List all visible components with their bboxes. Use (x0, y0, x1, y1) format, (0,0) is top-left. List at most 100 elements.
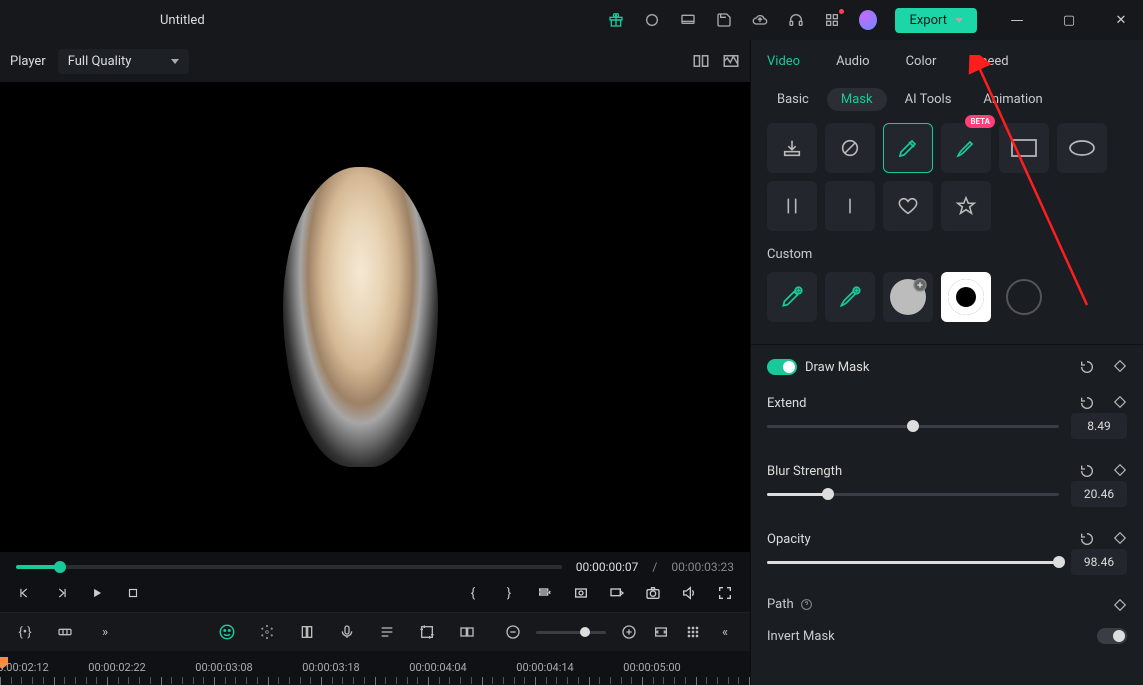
zoom-slider[interactable] (536, 631, 606, 634)
cloud-icon[interactable] (751, 11, 769, 29)
extend-slider[interactable] (767, 425, 1059, 428)
keyframe-icon[interactable] (1113, 395, 1127, 411)
fullscreen-icon[interactable] (716, 584, 734, 602)
ruler-label: 00:00:03:18 (302, 661, 359, 674)
keyframe-icon[interactable] (1113, 463, 1127, 479)
maximize-button[interactable]: ▢ (1057, 13, 1081, 28)
mask-shape-grid: BETA (751, 123, 1143, 243)
mask-ellipse[interactable] (1057, 123, 1107, 173)
reset-icon[interactable] (1079, 531, 1095, 547)
scopes-icon[interactable] (722, 52, 740, 70)
tab-color[interactable]: Color (906, 54, 937, 69)
mask-star[interactable] (941, 181, 991, 231)
mask-none[interactable] (825, 123, 875, 173)
scrub-bar[interactable] (16, 565, 562, 569)
profile-avatar[interactable] (859, 11, 877, 29)
detach-icon[interactable] (608, 584, 626, 602)
keyframe-icon[interactable] (1113, 531, 1127, 547)
tab-speed[interactable]: Speed (972, 54, 1008, 69)
project-title: Untitled (160, 13, 205, 28)
blur-label: Blur Strength (767, 464, 842, 479)
reset-icon[interactable] (1079, 395, 1095, 411)
custom-mask-1[interactable] (883, 272, 933, 322)
close-button[interactable]: ✕ (1109, 13, 1133, 28)
subtab-aitools[interactable]: AI Tools (891, 88, 966, 111)
export-button[interactable]: Export (895, 8, 977, 33)
mask-rect[interactable] (999, 123, 1049, 173)
time-separator: / (652, 560, 657, 574)
custom-mask-3[interactable] (999, 272, 1049, 322)
gift-icon[interactable] (607, 11, 625, 29)
sparkle-tool-icon[interactable] (258, 623, 276, 641)
custom-add-brush[interactable] (825, 272, 875, 322)
extend-value[interactable]: 8.49 (1071, 413, 1127, 439)
next-frame-button[interactable] (52, 584, 70, 602)
quality-select[interactable]: Full Quality (58, 49, 190, 74)
fit-zoom-icon[interactable] (652, 623, 670, 641)
mask-line[interactable] (825, 181, 875, 231)
mask-split-vertical[interactable] (767, 181, 817, 231)
mic-tool-icon[interactable] (338, 623, 356, 641)
invert-mask-label: Invert Mask (767, 629, 835, 644)
text-tool-icon[interactable] (378, 623, 396, 641)
volume-icon[interactable] (680, 584, 698, 602)
tab-audio[interactable]: Audio (836, 54, 869, 69)
mask-brush[interactable]: BETA (941, 123, 991, 173)
marker-menu[interactable] (536, 584, 554, 602)
draw-mask-toggle[interactable] (767, 359, 797, 375)
subtab-mask[interactable]: Mask (827, 88, 887, 111)
inspector-tabs: Video Audio Color Speed (751, 40, 1143, 82)
record-icon[interactable] (643, 11, 661, 29)
reset-icon[interactable] (1079, 359, 1095, 375)
keyframe-icon[interactable] (1113, 359, 1127, 375)
bracket-close-icon[interactable]: } (500, 584, 518, 602)
mask-import[interactable] (767, 123, 817, 173)
mask-pen[interactable] (883, 123, 933, 173)
view-grid-icon[interactable] (684, 623, 702, 641)
ripple-icon[interactable] (56, 623, 74, 641)
monitor-icon[interactable] (679, 11, 697, 29)
path-label: Path (767, 597, 813, 612)
frame-tool-icon[interactable] (458, 623, 476, 641)
timeline-opt-icon[interactable]: {•} (16, 623, 34, 641)
apps-icon[interactable] (823, 11, 841, 29)
cut-tool-icon[interactable] (298, 623, 316, 641)
subtab-animation[interactable]: Animation (969, 88, 1056, 111)
bracket-open-icon[interactable]: { (464, 584, 482, 602)
prev-frame-button[interactable] (16, 584, 34, 602)
collapse-icon[interactable]: « (716, 623, 734, 641)
ruler-label: 00:00:05:00 (623, 661, 680, 674)
snapshot-icon[interactable] (644, 584, 662, 602)
expand-icon[interactable]: » (96, 623, 114, 641)
zoom-out-button[interactable] (504, 623, 522, 641)
invert-mask-toggle[interactable] (1097, 628, 1127, 644)
reset-icon[interactable] (1079, 463, 1095, 479)
tab-video[interactable]: Video (767, 54, 800, 69)
mask-heart[interactable] (883, 181, 933, 231)
keyframe-icon[interactable] (1113, 598, 1127, 612)
timeline[interactable]: 00:00:02:12 00:00:02:22 00:00:03:08 00:0… (0, 651, 750, 685)
blur-slider[interactable] (767, 493, 1059, 496)
blur-value[interactable]: 20.46 (1071, 481, 1127, 507)
video-preview[interactable] (0, 82, 750, 552)
compare-icon[interactable] (692, 52, 710, 70)
crop-tool-icon[interactable] (418, 623, 436, 641)
custom-mask-2[interactable] (941, 272, 991, 322)
subtab-basic[interactable]: Basic (763, 88, 823, 111)
opacity-label: Opacity (767, 532, 811, 547)
custom-add-pen[interactable] (767, 272, 817, 322)
crop-icon[interactable] (572, 584, 590, 602)
play-button[interactable] (88, 584, 106, 602)
minimize-button[interactable]: — (1005, 13, 1029, 28)
zoom-in-button[interactable] (620, 623, 638, 641)
opacity-slider[interactable] (767, 561, 1059, 564)
player-bar: Player Full Quality (0, 40, 750, 82)
face-tool-icon[interactable] (218, 623, 236, 641)
quality-value: Full Quality (68, 54, 132, 69)
time-duration: 00:00:03:23 (671, 560, 734, 574)
headphones-icon[interactable] (787, 11, 805, 29)
save-icon[interactable] (715, 11, 733, 29)
chevron-down-icon (171, 59, 179, 64)
stop-button[interactable] (124, 584, 142, 602)
opacity-value[interactable]: 98.46 (1071, 549, 1127, 575)
